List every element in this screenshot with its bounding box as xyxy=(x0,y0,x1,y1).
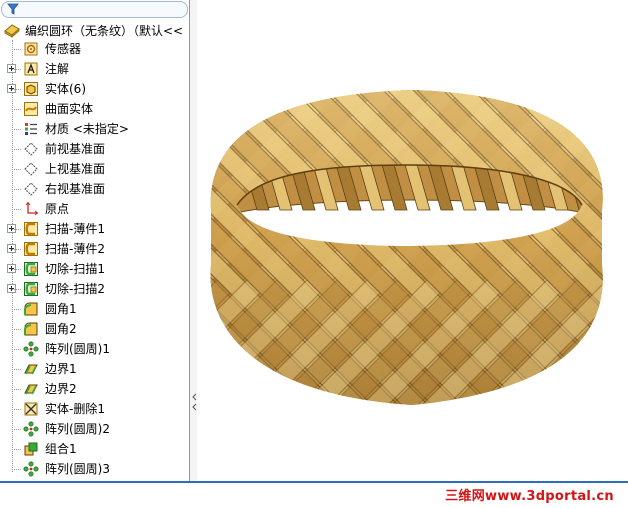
tree-item-label: 实体(6) xyxy=(45,82,86,96)
surface-bodies-icon xyxy=(24,102,38,116)
tree-item[interactable]: 切除-扫描1 xyxy=(0,259,189,279)
tree-item[interactable]: 边界1 xyxy=(0,359,189,379)
tree-item[interactable]: 阵列(圆周)1 xyxy=(0,339,189,359)
filter-bar[interactable] xyxy=(1,1,188,18)
tree-item-label: 圆角2 xyxy=(45,322,77,336)
graphics-viewport[interactable] xyxy=(197,0,628,481)
tree-item[interactable]: 注解 xyxy=(0,59,189,79)
tree-guide-branch xyxy=(12,169,21,170)
origin-icon xyxy=(25,201,39,216)
tree-item[interactable]: 材质 <未指定> xyxy=(0,119,189,139)
circular-pattern-icon xyxy=(23,461,39,477)
delete-body-icon xyxy=(24,402,38,416)
feature-manager-tree: 编织圆环（无条纹）（默认<< 传感器注解实体(6) 曲面实体材质 <未指定> 前视基… xyxy=(0,0,190,481)
tree-item-label: 上视基准面 xyxy=(45,162,106,176)
tree-item-label: 原点 xyxy=(45,202,70,216)
tree-guide-branch xyxy=(12,129,21,130)
tree-guide-branch xyxy=(12,269,21,270)
tree-item-label: 边界1 xyxy=(45,362,77,376)
circular-pattern-icon xyxy=(23,421,39,437)
tree-guide-branch xyxy=(12,249,21,250)
tree-item-label: 传感器 xyxy=(45,42,82,56)
tree-guide-branch xyxy=(12,369,21,370)
tree-item-label: 扫描-薄件1 xyxy=(45,222,105,236)
tree-item-label: 右视基准面 xyxy=(45,182,106,196)
tree-item-label: 切除-扫描1 xyxy=(45,262,105,276)
tree-item[interactable]: 扫描-薄件2 xyxy=(0,239,189,259)
tree-guide-branch xyxy=(12,349,21,350)
tree-item[interactable]: 边界2 xyxy=(0,379,189,399)
tree-guide-branch xyxy=(12,69,21,70)
tree-guide-branch xyxy=(12,309,21,310)
tree-item-label: 圆角1 xyxy=(45,302,77,316)
watermark-text: 三维网www.3dportal.cn xyxy=(445,489,614,504)
tree-item[interactable]: 阵列(圆周)3 xyxy=(0,459,189,479)
tree-item[interactable]: 阵列(圆周)2 xyxy=(0,419,189,439)
ring-geometry xyxy=(210,90,603,405)
sensor-icon xyxy=(24,42,38,56)
tree-item-label: 材质 <未指定> xyxy=(45,122,129,136)
sweep-icon xyxy=(24,242,38,256)
tree-item[interactable]: 传感器 xyxy=(0,39,189,59)
tree-guide-branch xyxy=(12,469,21,470)
tree-item[interactable]: 扫描-薄件1 xyxy=(0,219,189,239)
solid-bodies-icon xyxy=(24,82,38,96)
root-part-node[interactable]: 编织圆环（无条纹）（默认<< xyxy=(3,21,189,39)
fillet-icon xyxy=(24,322,38,336)
tree-item[interactable]: 实体-删除1 xyxy=(0,399,189,419)
plane-icon xyxy=(24,142,38,156)
material-icon xyxy=(25,123,37,135)
boundary-icon xyxy=(24,364,38,375)
combine-icon xyxy=(24,442,38,456)
tree-item-label: 阵列(圆周)3 xyxy=(45,462,110,476)
tree-item-label: 实体-删除1 xyxy=(45,402,105,416)
sweep-icon xyxy=(24,222,38,236)
tree-item[interactable]: 原点 xyxy=(0,199,189,219)
tree-guide-branch xyxy=(12,429,21,430)
cut-sweep-icon xyxy=(24,262,38,276)
tree-guide-branch xyxy=(12,109,21,110)
tree-item-label: 前视基准面 xyxy=(45,142,106,156)
tree-guide-branch xyxy=(12,449,21,450)
tree-guide-branch xyxy=(12,289,21,290)
tree-item-label: 组合1 xyxy=(45,442,77,456)
tree-guide-branch xyxy=(12,329,21,330)
tree-item-label: 边界2 xyxy=(45,382,77,396)
ring-outer-band xyxy=(210,90,603,405)
cut-sweep-icon xyxy=(24,282,38,296)
tree-guide-branch xyxy=(12,389,21,390)
boundary-icon xyxy=(24,384,38,395)
tree-item-label: 注解 xyxy=(45,62,70,76)
tree-guide-branch xyxy=(12,189,21,190)
tree-item-label: 阵列(圆周)2 xyxy=(45,422,110,436)
tree-guide-branch xyxy=(12,229,21,230)
part-icon xyxy=(4,24,20,38)
tree-guide-branch xyxy=(12,409,21,410)
tree-guide-branch xyxy=(12,89,21,90)
root-label: 编织圆环（无条纹）（默认<< xyxy=(25,23,184,38)
circular-pattern-icon xyxy=(23,341,39,357)
fillet-icon xyxy=(24,302,38,316)
plane-icon xyxy=(24,162,38,176)
tree-guide-branch xyxy=(12,49,21,50)
tree-item[interactable]: 圆角2 xyxy=(0,319,189,339)
tree-item[interactable]: 组合1 xyxy=(0,439,189,459)
tree-item[interactable]: 上视基准面 xyxy=(0,159,189,179)
tree-guide-branch xyxy=(12,149,21,150)
tree-item-label: 阵列(圆周)1 xyxy=(45,342,110,356)
tree-item[interactable]: 切除-扫描2 xyxy=(0,279,189,299)
woven-ring-model[interactable] xyxy=(197,0,628,481)
tree-item[interactable]: 前视基准面 xyxy=(0,139,189,159)
tree-guide-branch xyxy=(12,209,21,210)
tree-item-label: 切除-扫描2 xyxy=(45,282,105,296)
annotation-icon xyxy=(24,62,38,76)
filter-icon[interactable] xyxy=(7,3,19,15)
tree-item[interactable]: 实体(6) xyxy=(0,79,189,99)
tree-item[interactable]: 曲面实体 xyxy=(0,99,189,119)
plane-icon xyxy=(24,182,38,196)
tree-item[interactable]: 右视基准面 xyxy=(0,179,189,199)
tree-item-label: 扫描-薄件2 xyxy=(45,242,105,256)
tree-item-label: 曲面实体 xyxy=(45,102,94,116)
tree-item[interactable]: 圆角1 xyxy=(0,299,189,319)
